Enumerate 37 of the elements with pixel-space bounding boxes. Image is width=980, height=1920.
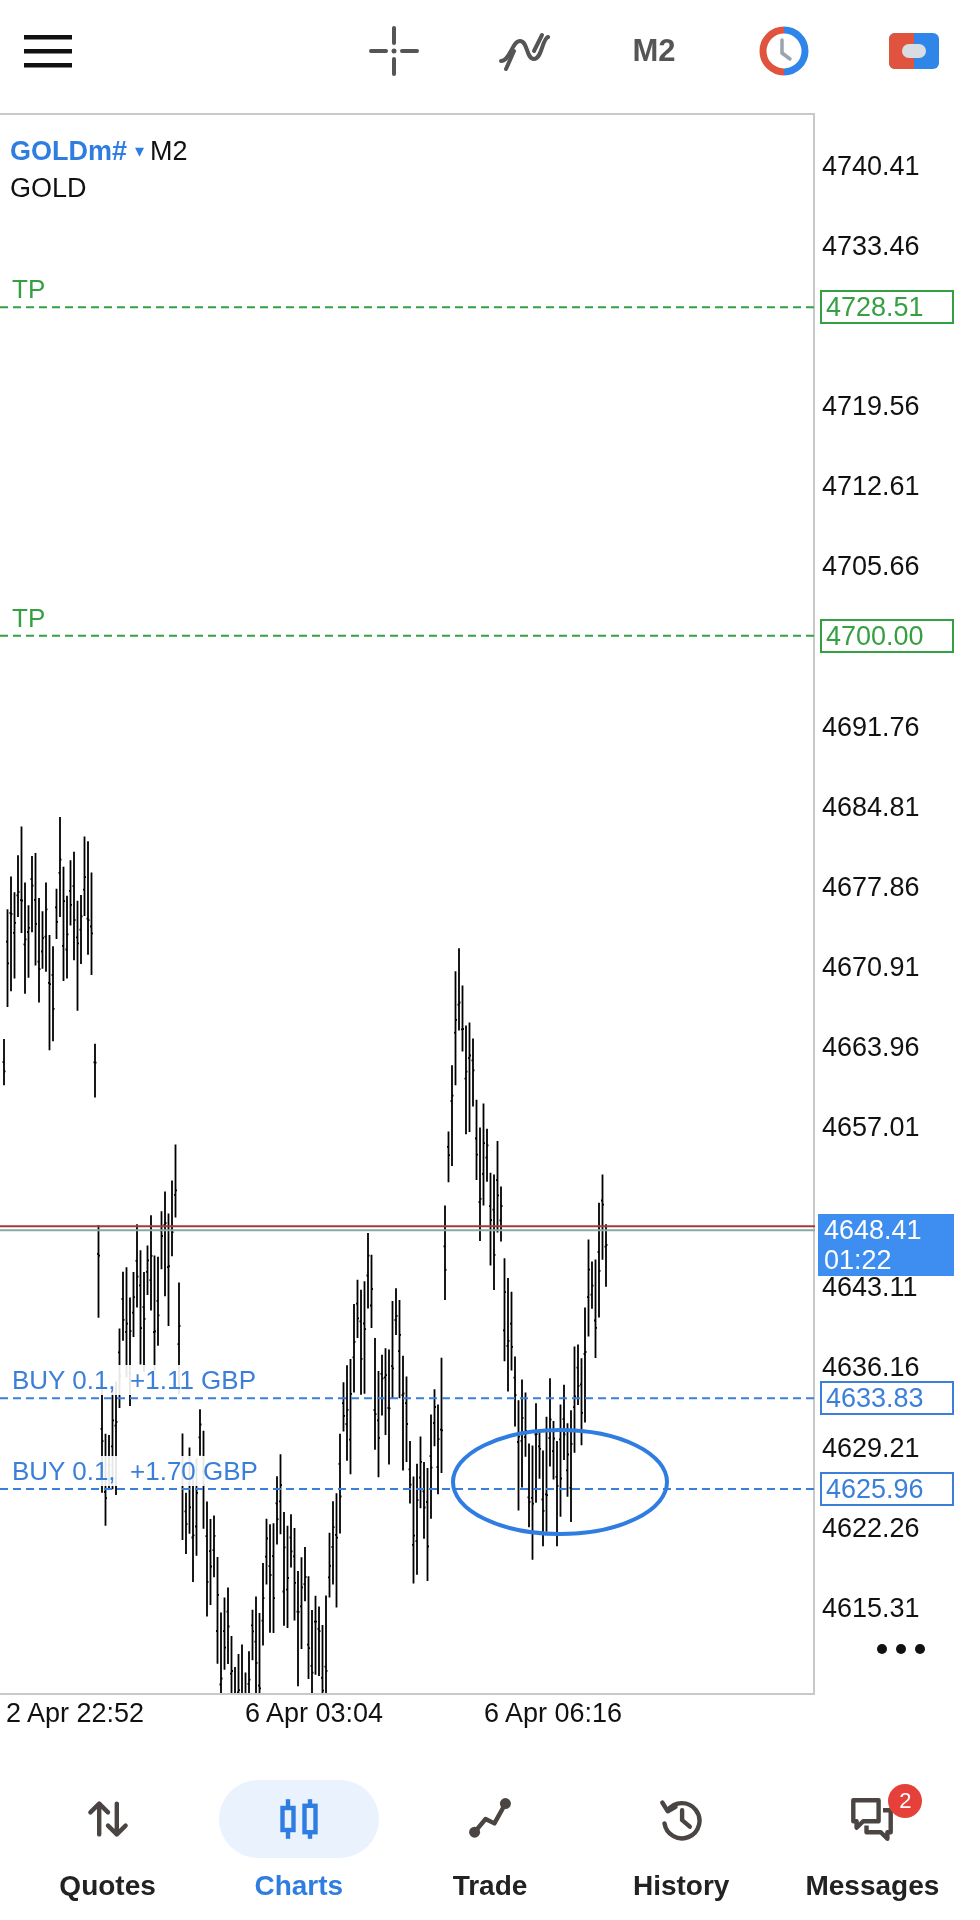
timeframe-label: M2 [150, 136, 188, 166]
time-axis-label: 6 Apr 03:04 [245, 1697, 384, 1729]
take-profit-price: 4728.51 [820, 290, 954, 325]
price-axis-label: 4691.76 [822, 713, 920, 740]
price-axis-label: 4677.86 [822, 873, 920, 900]
nav-tab[interactable]: History [601, 1780, 762, 1902]
take-profit-price: 4700.00 [820, 618, 954, 653]
nav-tab[interactable]: Trade [410, 1780, 570, 1902]
price-axis-label: 4657.01 [822, 1114, 920, 1141]
time-axis-label: 2 Apr 22:52 [6, 1697, 145, 1729]
dropdown-arrow[interactable]: ▾ [135, 141, 145, 161]
price-axis-label: 4622.26 [822, 1514, 920, 1541]
nav-tab[interactable]: 2 Messages [792, 1780, 953, 1902]
position-price: 4625.96 [820, 1472, 954, 1507]
position-label: BUY 0.1, +1.70 GBP [12, 1456, 258, 1487]
symbol-description: GOLD [10, 173, 87, 203]
nav-tab[interactable]: Quotes [27, 1780, 188, 1902]
price-axis-label: 4733.46 [822, 233, 920, 260]
price-axis-label: 4705.66 [822, 553, 920, 580]
time-axis-label: 6 Apr 06:16 [484, 1697, 623, 1729]
price-axis-label: 4629.21 [822, 1434, 920, 1461]
price-axis-label: 4670.91 [822, 954, 920, 980]
price-axis-label: 4663.96 [822, 1034, 920, 1061]
price-axis-label: 4740.41 [822, 153, 920, 179]
price-axis-label: 4684.81 [822, 793, 920, 820]
price-axis-label: 4712.61 [822, 473, 920, 500]
price-axis-label: 4643.11 [822, 1274, 918, 1301]
price-axis-label: 4636.16 [822, 1354, 920, 1381]
timeframe-button[interactable]: M2 [619, 18, 689, 84]
position-price: 4633.83 [820, 1381, 954, 1416]
position-label: BUY 0.1, +1.11 GBP [12, 1365, 257, 1396]
bid-price: 4648.41 [824, 1215, 922, 1246]
price-axis-label: 4615.31 [822, 1594, 920, 1621]
price-axis-label: 4719.56 [822, 393, 920, 420]
symbol-name[interactable]: GOLDm# [10, 136, 128, 166]
bar-timer: 01:22 [824, 1245, 892, 1276]
unread-badge: 2 [888, 1784, 923, 1818]
